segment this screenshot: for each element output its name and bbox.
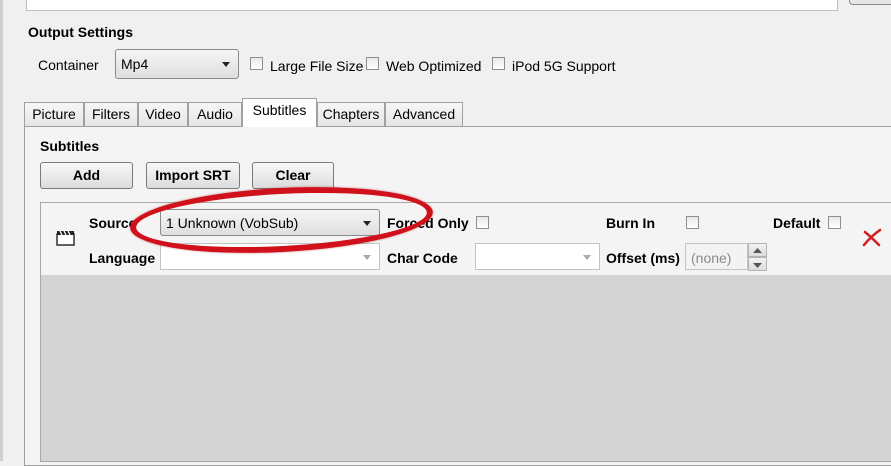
language-label: Language bbox=[89, 250, 156, 266]
add-button[interactable]: Add bbox=[40, 162, 133, 189]
remove-x-icon[interactable] bbox=[861, 228, 883, 248]
tab-advanced[interactable]: Advanced bbox=[385, 102, 463, 126]
char-code-select[interactable] bbox=[475, 243, 600, 270]
ipod-support-label: iPod 5G Support bbox=[512, 58, 616, 74]
default-label: Default bbox=[773, 215, 821, 231]
forced-only-checkbox[interactable] bbox=[476, 216, 489, 229]
browse-button[interactable] bbox=[849, 0, 891, 5]
container-value: Mp4 bbox=[121, 56, 149, 72]
default-checkbox[interactable] bbox=[828, 216, 841, 229]
tab-filters[interactable]: Filters bbox=[84, 102, 138, 126]
char-code-label: Char Code bbox=[387, 250, 458, 266]
offset-spin-up[interactable] bbox=[748, 243, 767, 257]
clear-button[interactable]: Clear bbox=[252, 162, 334, 189]
tab-subtitles[interactable]: Subtitles bbox=[242, 98, 317, 127]
clapperboard-icon bbox=[56, 229, 76, 247]
large-file-size-checkbox[interactable] bbox=[250, 57, 263, 70]
offset-input[interactable]: (none) bbox=[685, 243, 748, 270]
chevron-down-icon bbox=[583, 254, 591, 260]
ipod-support-checkbox[interactable] bbox=[492, 57, 505, 70]
window-left-edge bbox=[0, 0, 3, 461]
web-optimized-checkbox[interactable] bbox=[366, 57, 379, 70]
container-label: Container bbox=[38, 57, 99, 73]
tab-video[interactable]: Video bbox=[138, 102, 188, 126]
subtitles-title: Subtitles bbox=[40, 138, 100, 154]
offset-placeholder: (none) bbox=[691, 250, 732, 266]
chevron-down-icon bbox=[222, 62, 230, 67]
large-file-size-label: Large File Size bbox=[270, 58, 364, 74]
container-select[interactable]: Mp4 bbox=[115, 49, 239, 79]
tab-chapters[interactable]: Chapters bbox=[317, 102, 385, 126]
tab-audio[interactable]: Audio bbox=[188, 102, 242, 126]
burn-in-label: Burn In bbox=[606, 215, 655, 231]
import-srt-button[interactable]: Import SRT bbox=[146, 162, 240, 189]
offset-label: Offset (ms) bbox=[606, 250, 680, 266]
chevron-down-icon bbox=[363, 254, 371, 260]
tab-picture[interactable]: Picture bbox=[24, 102, 84, 126]
offset-spin-down[interactable] bbox=[748, 257, 767, 271]
burn-in-checkbox[interactable] bbox=[686, 216, 699, 229]
web-optimized-label: Web Optimized bbox=[386, 58, 482, 74]
output-settings-title: Output Settings bbox=[28, 24, 133, 40]
destination-field[interactable] bbox=[26, 0, 838, 11]
